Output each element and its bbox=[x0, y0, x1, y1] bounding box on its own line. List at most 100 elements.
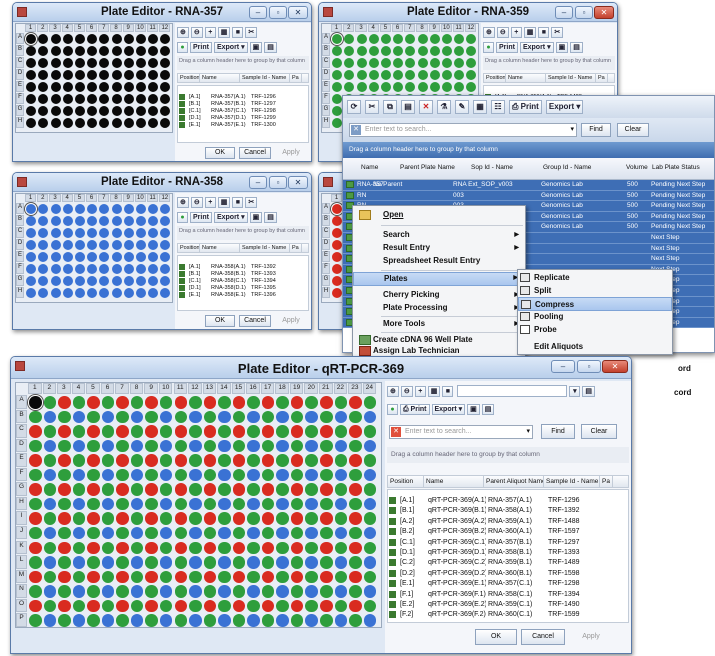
row-header[interactable]: I bbox=[16, 511, 27, 525]
zoom-in-icon[interactable]: ⊕ bbox=[483, 26, 495, 38]
plate-well[interactable] bbox=[116, 396, 129, 409]
plate-well[interactable] bbox=[160, 240, 171, 250]
plate-well[interactable] bbox=[38, 94, 49, 104]
plate-well[interactable] bbox=[58, 483, 71, 496]
column-header[interactable]: 12 bbox=[159, 194, 171, 202]
column-header[interactable]: 2 bbox=[343, 24, 355, 32]
plate-well[interactable] bbox=[203, 526, 217, 540]
column-header[interactable]: 17 bbox=[260, 383, 275, 394]
list-item[interactable]: [A.1] RNA-358(A.1) TRF-1392 bbox=[178, 264, 308, 271]
row-header[interactable]: H bbox=[16, 117, 24, 128]
row-header[interactable]: E bbox=[16, 81, 24, 92]
plate-well[interactable] bbox=[466, 34, 477, 44]
plate-well[interactable] bbox=[62, 252, 73, 262]
plate-well[interactable] bbox=[111, 288, 122, 298]
plate-well[interactable] bbox=[232, 468, 246, 482]
plate-well[interactable] bbox=[87, 288, 98, 298]
plate-well[interactable] bbox=[232, 483, 246, 496]
list-item[interactable]: [A.2] qRT-PCR-369(A.2) RNA-359(A.1) TRF-148… bbox=[388, 517, 628, 527]
plate-well[interactable] bbox=[454, 34, 465, 44]
plate-well[interactable] bbox=[290, 396, 304, 409]
plate-well[interactable] bbox=[276, 614, 289, 627]
search-input[interactable]: ✕ Enter text to search... ▾ bbox=[349, 123, 577, 137]
column-header[interactable]: 1 bbox=[25, 194, 37, 202]
plate-well[interactable] bbox=[111, 58, 122, 68]
find-button[interactable]: Find bbox=[581, 123, 611, 137]
plate-well[interactable] bbox=[62, 216, 73, 226]
plate-well[interactable] bbox=[159, 454, 173, 467]
plate-well[interactable] bbox=[247, 541, 260, 555]
plate-well[interactable] bbox=[368, 58, 379, 68]
plate-well[interactable] bbox=[38, 288, 49, 298]
plate-well[interactable] bbox=[454, 82, 465, 92]
plate-well[interactable] bbox=[320, 497, 333, 511]
plate-well[interactable] bbox=[276, 497, 289, 511]
crosshair-icon[interactable]: + bbox=[414, 385, 426, 397]
plate-well[interactable] bbox=[99, 70, 110, 80]
plate-well[interactable] bbox=[72, 468, 86, 482]
plate-well[interactable] bbox=[232, 585, 246, 598]
list-item[interactable]: [E.1] RNA-358(E.1) TRF-1396 bbox=[178, 292, 308, 299]
plate-well[interactable] bbox=[454, 70, 465, 80]
plate-well[interactable] bbox=[203, 599, 217, 613]
plate-well[interactable] bbox=[349, 556, 362, 569]
plate-well[interactable] bbox=[232, 526, 246, 540]
plate-well[interactable] bbox=[174, 585, 188, 598]
plate-well[interactable] bbox=[43, 497, 57, 511]
plate-well[interactable] bbox=[62, 70, 73, 80]
plate-well[interactable] bbox=[26, 276, 37, 286]
plate-well[interactable] bbox=[466, 70, 477, 80]
plate-well[interactable] bbox=[356, 34, 367, 44]
plate-well[interactable] bbox=[43, 556, 57, 569]
plate-well[interactable] bbox=[50, 264, 61, 274]
save-icon[interactable]: ▤ bbox=[481, 403, 495, 415]
submenu-edit-aliquots[interactable]: Edit Aliquots bbox=[518, 340, 672, 354]
plate-well[interactable] bbox=[159, 556, 173, 569]
plate-well[interactable] bbox=[305, 410, 318, 424]
plate-well[interactable] bbox=[218, 439, 231, 453]
plate-well[interactable] bbox=[203, 570, 217, 584]
plate-well[interactable] bbox=[232, 570, 246, 584]
submenu-replicate[interactable]: Replicate bbox=[518, 271, 672, 285]
plate-well[interactable] bbox=[405, 46, 416, 56]
plate-well[interactable] bbox=[261, 556, 275, 569]
plate-well[interactable] bbox=[72, 512, 86, 525]
plate-well[interactable] bbox=[111, 106, 122, 116]
plate-well[interactable] bbox=[38, 46, 49, 56]
zoom-out-icon[interactable]: ⊖ bbox=[496, 26, 509, 38]
plate-well[interactable] bbox=[130, 468, 144, 482]
plate-well[interactable] bbox=[334, 585, 348, 598]
plate-well[interactable] bbox=[334, 614, 348, 627]
plate-well[interactable] bbox=[363, 425, 377, 438]
zoom-in-icon[interactable]: ⊕ bbox=[387, 385, 399, 397]
col-sample[interactable]: Sample Id - Name bbox=[240, 74, 290, 82]
row-header[interactable]: G bbox=[16, 105, 24, 116]
col-pa[interactable]: Pa bbox=[600, 476, 613, 487]
close-button[interactable]: ✕ bbox=[288, 6, 308, 19]
column-header[interactable]: 24 bbox=[362, 383, 377, 394]
plate-well[interactable] bbox=[74, 70, 85, 80]
plate-well[interactable] bbox=[101, 541, 115, 555]
plate-well[interactable] bbox=[130, 599, 144, 613]
grid-icon[interactable]: ▦ bbox=[523, 26, 537, 38]
plate-well[interactable] bbox=[111, 82, 122, 92]
plate-well[interactable] bbox=[26, 252, 37, 262]
plate-well[interactable] bbox=[43, 425, 57, 438]
plate-well[interactable] bbox=[218, 585, 231, 598]
column-header[interactable]: 20 bbox=[304, 383, 318, 394]
plate-well[interactable] bbox=[29, 468, 42, 482]
plate-well[interactable] bbox=[148, 204, 159, 214]
plate-well[interactable] bbox=[160, 46, 171, 56]
plate-well[interactable] bbox=[43, 468, 57, 482]
plate-well[interactable] bbox=[87, 454, 100, 467]
plate-well[interactable] bbox=[332, 82, 343, 92]
plate-well[interactable] bbox=[363, 454, 377, 467]
plate-well[interactable] bbox=[43, 396, 57, 409]
plate-well[interactable] bbox=[276, 396, 289, 409]
list-item[interactable]: [C.1] RNA-357(C.1) TRF-1298 bbox=[178, 108, 308, 115]
plate-well[interactable] bbox=[305, 439, 318, 453]
plate-well[interactable] bbox=[189, 556, 202, 569]
plate-well[interactable] bbox=[87, 396, 100, 409]
plate-well[interactable] bbox=[135, 252, 146, 262]
plate-well[interactable] bbox=[405, 58, 416, 68]
